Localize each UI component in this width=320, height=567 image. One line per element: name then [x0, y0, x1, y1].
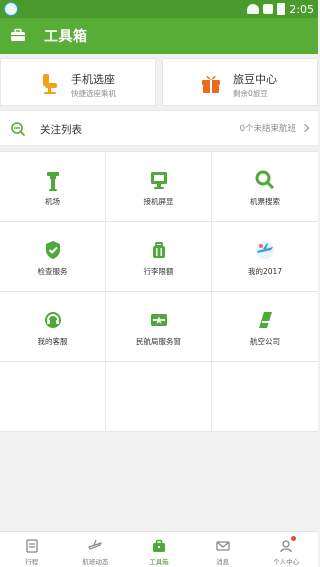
tool-empty-slot — [106, 362, 212, 432]
tab-label: 消息 — [216, 558, 230, 566]
itinerary-icon — [26, 539, 38, 553]
card-title: 旅豆中心 — [233, 73, 277, 86]
page-title: 工具箱 — [44, 29, 88, 45]
tab-toolbox[interactable]: 工具箱 — [127, 532, 191, 567]
tool-label: 我的客服 — [37, 337, 68, 346]
plane-badge-icon — [256, 241, 274, 259]
search-icon — [255, 170, 275, 190]
tools-grid: 机场 接机屏显 机票搜索 检查服务 行李限额 我的2017 我的客服 民航局服务… — [0, 151, 318, 432]
app-bar: 工具箱 — [0, 18, 318, 54]
follow-list-label: 关注列表 — [40, 124, 82, 136]
status-icons: 2:05 — [247, 2, 314, 16]
tool-customer-service[interactable]: 我的客服 — [0, 292, 106, 362]
tool-label: 机票搜索 — [250, 197, 280, 206]
card-title: 手机选座 — [71, 73, 115, 86]
tool-airport[interactable]: 机场 — [0, 152, 106, 222]
card-subtitle: 快捷选座乘机 — [71, 89, 116, 98]
quick-cards: 手机选座 快捷选座乘机 旅豆中心 剩余0旅豆 — [0, 58, 318, 106]
tool-label: 机场 — [45, 197, 60, 206]
tab-label: 航班动态 — [82, 558, 109, 566]
signal-icon — [263, 4, 274, 14]
tool-label: 航空公司 — [250, 337, 280, 346]
card-subtitle: 剩余0旅豆 — [233, 89, 268, 98]
seat-icon — [43, 74, 57, 94]
battery-icon — [277, 3, 286, 15]
notification-badge — [291, 536, 297, 541]
luggage-icon — [152, 242, 165, 258]
tool-baggage-limit[interactable]: 行李限额 — [106, 222, 212, 292]
mail-icon — [215, 541, 230, 551]
display-screen-icon — [150, 172, 167, 189]
tool-label: 民航局服务窗 — [136, 337, 181, 346]
tool-empty-slot — [0, 362, 106, 432]
tool-empty-slot — [212, 362, 318, 432]
plane-icon — [88, 539, 103, 550]
bean-center-card[interactable]: 旅豆中心 剩余0旅豆 — [162, 58, 318, 106]
tool-check-service[interactable]: 检查服务 — [0, 222, 106, 292]
status-time: 2:05 — [289, 2, 314, 16]
tab-label: 行程 — [25, 558, 39, 566]
chevron-right-icon — [300, 123, 310, 133]
toolbox-icon — [11, 28, 25, 41]
tool-label: 检查服务 — [37, 267, 68, 276]
unfinished-flights-count: 0个未结束航班 — [239, 124, 296, 134]
toolbox-icon — [152, 539, 165, 552]
airport-tower-icon — [46, 172, 59, 191]
tool-label: 接机屏显 — [143, 197, 174, 206]
follow-list-summary: 0个未结束航班 — [239, 122, 310, 134]
tab-itinerary[interactable]: 行程 — [0, 532, 64, 567]
caac-emblem-icon — [150, 314, 167, 326]
app-icon — [4, 2, 18, 16]
tool-pickup-display[interactable]: 接机屏显 — [106, 152, 212, 222]
follow-list-row[interactable]: 关注列表 0个未结束航班 — [0, 110, 318, 146]
tool-airlines[interactable]: 航空公司 — [212, 292, 318, 362]
tab-flight-status[interactable]: 航班动态 — [64, 532, 128, 567]
airline-tail-icon — [259, 312, 272, 328]
tab-label: 工具箱 — [149, 558, 169, 566]
tab-messages[interactable]: 消息 — [191, 532, 255, 567]
status-bar: 2:05 — [0, 0, 318, 18]
headset-icon — [44, 312, 61, 328]
tool-ticket-search[interactable]: 机票搜索 — [212, 152, 318, 222]
seat-selection-card[interactable]: 手机选座 快捷选座乘机 — [0, 58, 156, 106]
gift-icon — [202, 76, 220, 93]
shield-check-icon — [45, 241, 60, 259]
flight-search-icon — [11, 122, 26, 137]
tab-label: 个人中心 — [273, 558, 300, 566]
tab-profile[interactable]: 个人中心 — [254, 532, 318, 567]
tool-my-2017[interactable]: 我的2017 — [212, 222, 318, 292]
wifi-icon — [247, 4, 260, 14]
tool-caac-service[interactable]: 民航局服务窗 — [106, 292, 212, 362]
tool-label: 我的2017 — [247, 267, 283, 276]
tool-label: 行李限额 — [143, 267, 174, 276]
bottom-tab-bar: 行程 航班动态 工具箱 消息 个人中心 — [0, 531, 318, 567]
